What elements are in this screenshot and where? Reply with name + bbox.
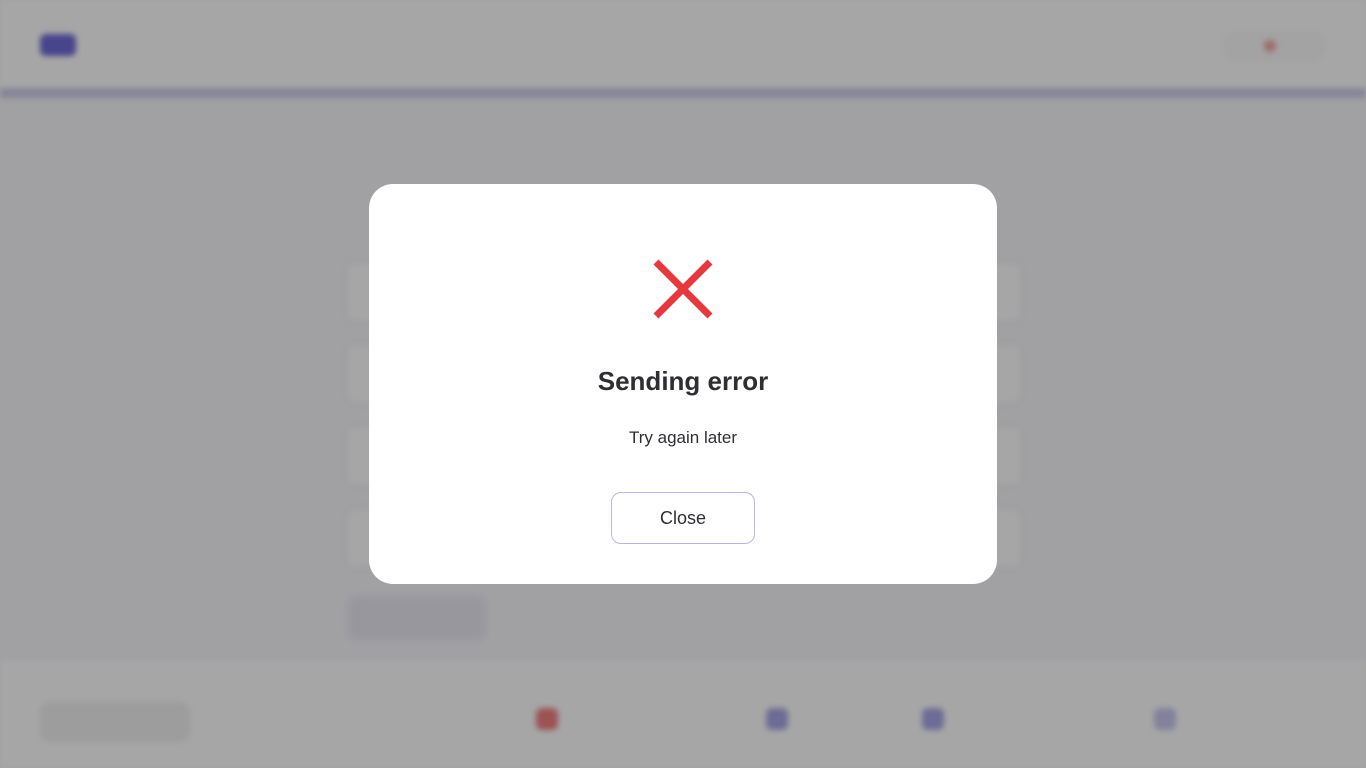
- close-x-icon: [653, 259, 713, 319]
- error-dialog: Sending error Try again later Close: [369, 184, 997, 584]
- dialog-title: Sending error: [597, 366, 769, 396]
- close-button[interactable]: Close: [611, 492, 755, 544]
- dialog-message: Try again later: [628, 428, 738, 447]
